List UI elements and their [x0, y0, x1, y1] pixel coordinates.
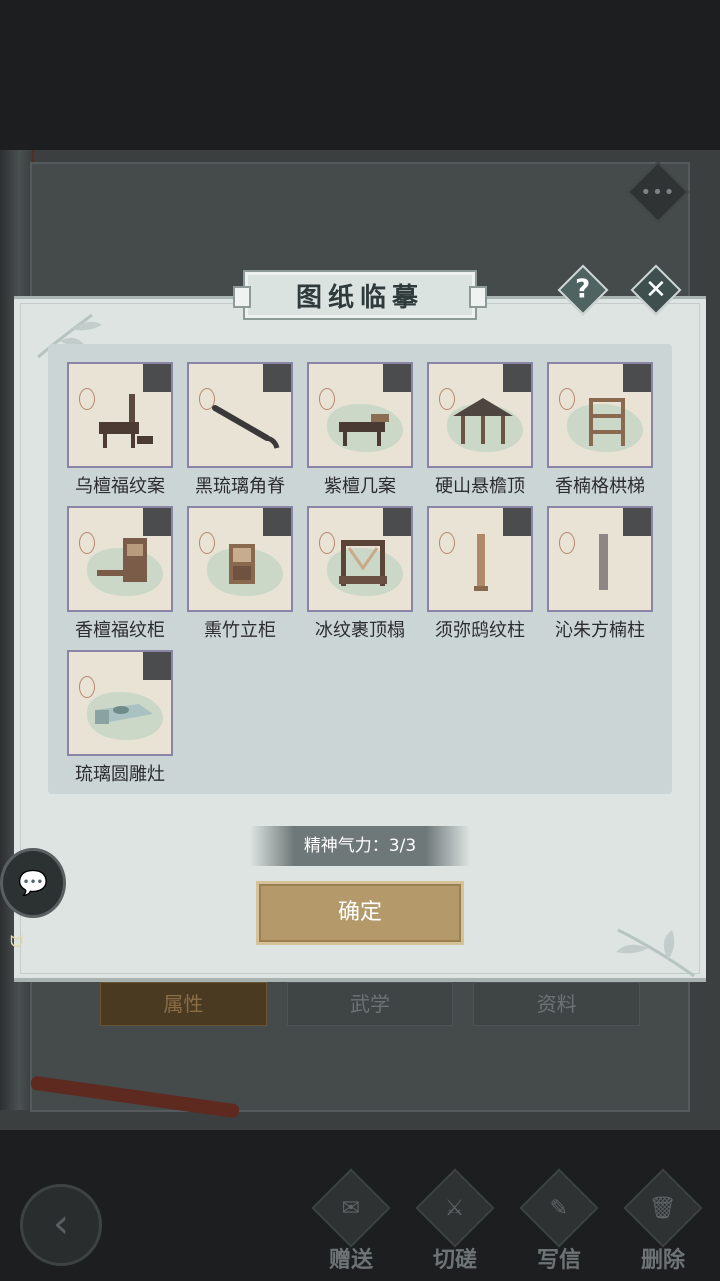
item-badge [503, 364, 531, 392]
item-name: 紫檀几案 [324, 476, 396, 497]
blueprint-card [187, 362, 293, 468]
item-badge [383, 508, 411, 536]
blueprint-grid: 乌檀福纹案 黑琉璃角脊 紫檀几案 硬山悬檐顶 香楠格栱梯 香檀福纹柜 熏竹立柜 … [48, 344, 672, 794]
item-name: 冰纹裹顶榻 [315, 620, 405, 641]
gift-button[interactable]: ✉ 赠送 [308, 1168, 394, 1276]
item-name: 黑琉璃角脊 [195, 476, 285, 497]
blueprint-item[interactable]: 硬山悬檐顶 [427, 362, 533, 497]
item-badge [623, 508, 651, 536]
scroll-icon: ✉ [341, 1195, 361, 1221]
item-name: 硬山悬檐顶 [435, 476, 525, 497]
blueprint-card [187, 506, 293, 612]
tab-profile[interactable]: 资料 [473, 982, 641, 1026]
write-letter-button[interactable]: ✎ 写信 [516, 1168, 602, 1276]
blueprint-card [307, 362, 413, 468]
item-badge [143, 364, 171, 392]
blueprint-item[interactable]: 香楠格栱梯 [547, 362, 653, 497]
spirit-energy-label: 精神气力：3/3 [250, 826, 470, 866]
dialog-title: 图纸临摹 [295, 282, 424, 313]
blueprint-item[interactable]: 香檀福纹柜 [67, 506, 173, 641]
item-name: 须弥鸱纹柱 [435, 620, 525, 641]
trash-icon: 🗑 [649, 1195, 677, 1221]
item-name: 琉璃圆雕灶 [75, 764, 165, 785]
item-badge [143, 652, 171, 680]
close-icon: ✕ [645, 274, 667, 305]
background-tabs: 属性 武学 资料 [100, 982, 641, 1026]
back-arrow-icon: ‹ [53, 1201, 69, 1247]
item-name: 沁朱方楠柱 [555, 620, 645, 641]
delete-button[interactable]: 🗑 删除 [620, 1168, 706, 1276]
question-icon: ? [575, 275, 591, 305]
tab-attributes[interactable]: 属性 [100, 982, 267, 1026]
blueprint-card [427, 506, 533, 612]
blueprint-item[interactable]: 紫檀几案 [307, 362, 413, 497]
blueprint-item[interactable]: 沁朱方楠柱 [547, 506, 653, 641]
item-name: 香楠格栱梯 [555, 476, 645, 497]
blueprint-item[interactable]: 须弥鸱纹柱 [427, 506, 533, 641]
spar-button[interactable]: ⚔ 切磋 [412, 1168, 498, 1276]
butterfly-icon: ᗢ [10, 932, 24, 951]
blueprint-card [67, 362, 173, 468]
blueprint-item[interactable]: 熏竹立柜 [187, 506, 293, 641]
blueprint-card [67, 506, 173, 612]
chat-button[interactable]: 💬 [0, 848, 66, 918]
dialog-title-plate: 图纸临摹 [233, 270, 487, 320]
more-dots-icon: ••• [640, 181, 676, 203]
blueprint-card [547, 362, 653, 468]
letter-icon: ✎ [549, 1195, 569, 1221]
item-name: 乌檀福纹案 [75, 476, 165, 497]
blueprint-card [427, 362, 533, 468]
sword-icon: ⚔ [445, 1195, 465, 1221]
item-badge [623, 364, 651, 392]
item-badge [383, 364, 411, 392]
blueprint-item[interactable]: 冰纹裹顶榻 [307, 506, 413, 641]
blueprint-card [307, 506, 413, 612]
blueprint-item[interactable]: 乌檀福纹案 [67, 362, 173, 497]
back-button[interactable]: ‹ [20, 1184, 102, 1266]
item-badge [263, 364, 291, 392]
bottom-action-bar: ‹ ✉ 赠送 ⚔ 切磋 ✎ 写信 🗑 删除 [0, 1150, 720, 1281]
blueprint-item[interactable]: 黑琉璃角脊 [187, 362, 293, 497]
item-badge [143, 508, 171, 536]
bamboo-decoration-icon [616, 928, 695, 978]
item-name: 熏竹立柜 [204, 620, 276, 641]
chat-icon: 💬 [18, 869, 48, 897]
item-badge [263, 508, 291, 536]
confirm-button[interactable]: 确定 [256, 881, 464, 945]
blueprint-card [547, 506, 653, 612]
item-name: 香檀福纹柜 [75, 620, 165, 641]
tab-martial-arts[interactable]: 武学 [286, 982, 454, 1026]
blueprint-card [67, 650, 173, 756]
item-badge [503, 508, 531, 536]
blueprint-item[interactable]: 琉璃圆雕灶 [67, 650, 173, 785]
